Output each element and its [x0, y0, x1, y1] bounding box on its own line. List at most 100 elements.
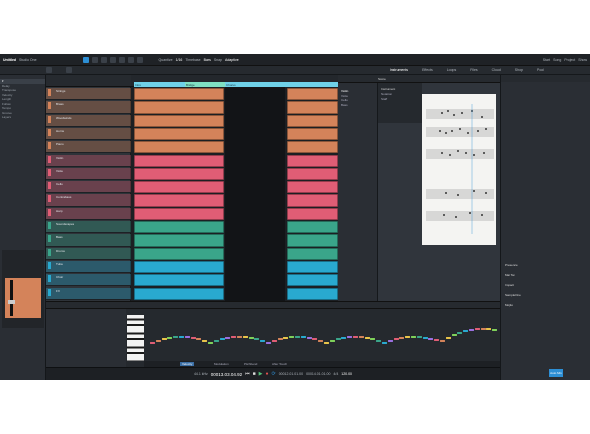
midi-note[interactable] — [416, 336, 422, 338]
track-name[interactable]: Drums — [56, 249, 65, 253]
browser-section[interactable]: Presence — [505, 263, 518, 267]
timeline-ruler[interactable]: Intro Bridge Chorus — [131, 75, 338, 87]
track-row[interactable]: Horns — [46, 127, 131, 141]
midi-note[interactable] — [300, 336, 306, 338]
browser-tab-shop[interactable]: Shop — [515, 68, 523, 72]
midi-note[interactable] — [242, 336, 248, 338]
browser-tab-pool[interactable]: Pool — [537, 68, 544, 72]
browser-tab-cloud[interactable]: Cloud — [492, 68, 501, 72]
midi-note[interactable] — [376, 340, 382, 342]
midi-note[interactable] — [474, 328, 480, 330]
midi-note[interactable] — [428, 338, 434, 340]
event-clip[interactable] — [287, 88, 338, 101]
event-clip[interactable] — [287, 274, 338, 287]
midi-note[interactable] — [445, 337, 451, 339]
fader-handle[interactable] — [8, 300, 15, 304]
midi-note[interactable] — [231, 336, 237, 338]
event-clip[interactable] — [134, 247, 224, 260]
track-name[interactable]: Soundscapes — [56, 222, 74, 226]
midi-note[interactable] — [283, 337, 289, 339]
midi-note[interactable] — [492, 329, 498, 331]
midi-note[interactable] — [434, 339, 440, 341]
loop-start-display[interactable]: 00012.01.01.00 — [279, 372, 303, 376]
midi-note[interactable] — [411, 336, 416, 338]
midi-note[interactable] — [271, 340, 277, 342]
midi-note[interactable] — [306, 337, 312, 339]
position-display[interactable]: 00013.03.04.92 — [211, 372, 242, 377]
track-name[interactable]: Choir — [56, 275, 63, 279]
tab-modulation[interactable]: Modulation — [214, 362, 229, 366]
menu-project[interactable]: Project — [564, 58, 575, 62]
track-row[interactable]: Tuba — [46, 260, 131, 274]
midi-note[interactable] — [260, 340, 266, 342]
midi-note[interactable] — [179, 336, 184, 338]
score-page[interactable] — [422, 94, 496, 245]
event-clip[interactable] — [287, 181, 338, 194]
track-row[interactable]: Drums — [46, 247, 131, 260]
event-clip[interactable] — [287, 101, 338, 114]
track-name[interactable]: Viola — [56, 169, 63, 173]
browser-section[interactable]: Mojito — [505, 303, 513, 307]
midi-note[interactable] — [358, 336, 364, 338]
event-clip[interactable] — [287, 221, 338, 234]
timebase-value[interactable]: Bars — [204, 58, 211, 62]
midi-note[interactable] — [486, 328, 492, 330]
midi-note[interactable] — [184, 336, 190, 338]
event-clip[interactable] — [134, 88, 224, 101]
track-row[interactable]: FX — [46, 287, 131, 300]
event-clip[interactable] — [134, 260, 224, 274]
midi-note[interactable] — [150, 342, 155, 344]
browser-tab-loops[interactable]: Loops — [447, 68, 457, 72]
event-clip[interactable] — [134, 167, 224, 181]
midi-note[interactable] — [399, 337, 405, 339]
midi-note[interactable] — [254, 338, 260, 340]
track-row[interactable]: Choir — [46, 274, 131, 287]
midi-note[interactable] — [382, 342, 387, 344]
midi-note[interactable] — [440, 340, 445, 342]
track-row[interactable]: Soundscapes — [46, 221, 131, 234]
event-clip[interactable] — [134, 181, 224, 194]
volume-fader[interactable] — [10, 280, 13, 316]
midi-note[interactable] — [248, 337, 254, 339]
midi-note[interactable] — [405, 336, 411, 338]
mute-tool-icon[interactable] — [127, 56, 134, 63]
track-name[interactable]: Tuba — [56, 262, 63, 266]
event-clip[interactable] — [134, 221, 224, 234]
event-clip[interactable] — [287, 207, 338, 220]
midi-note[interactable] — [213, 340, 219, 342]
midi-note[interactable] — [364, 337, 370, 339]
auto-mix-button[interactable]: Auto Mix — [549, 369, 563, 377]
event-clip[interactable] — [134, 194, 224, 207]
event-clip[interactable] — [287, 141, 338, 154]
eraser-tool-icon[interactable] — [109, 56, 116, 63]
midi-note[interactable] — [324, 342, 329, 344]
midi-note[interactable] — [341, 337, 347, 339]
track-name[interactable]: Woodwinds — [56, 116, 71, 120]
midi-note[interactable] — [219, 338, 225, 340]
browser-search[interactable] — [501, 75, 590, 82]
track-name[interactable]: FX — [56, 289, 60, 293]
midi-note[interactable] — [225, 337, 231, 339]
midi-note[interactable] — [451, 334, 457, 336]
midi-note[interactable] — [161, 338, 167, 340]
tab-aftertouch[interactable]: After Touch — [272, 362, 287, 366]
midi-note[interactable] — [422, 337, 428, 339]
play-icon[interactable]: ▶ — [259, 371, 263, 377]
rewind-icon[interactable]: ⏮ — [245, 371, 250, 377]
event-clip[interactable] — [287, 167, 338, 181]
arranger-section[interactable]: Intro — [134, 82, 185, 87]
loop-end-display[interactable]: 00014.01.01.00 — [306, 372, 330, 376]
quantize-value[interactable]: 1/16 — [176, 58, 183, 62]
listen-tool-icon[interactable] — [136, 56, 143, 63]
record-icon[interactable]: ● — [265, 371, 268, 377]
track-name[interactable]: Piano — [56, 142, 64, 146]
midi-note[interactable] — [387, 340, 393, 342]
midi-note[interactable] — [335, 338, 341, 340]
event-clip[interactable] — [287, 127, 338, 141]
midi-note[interactable] — [353, 336, 358, 338]
midi-note[interactable] — [312, 338, 318, 340]
track-row[interactable]: Strings — [46, 88, 131, 101]
score-inspector-item[interactable]: Staff — [378, 97, 422, 102]
piano-keyboard[interactable] — [127, 315, 144, 361]
track-name[interactable]: Cello — [56, 182, 63, 186]
